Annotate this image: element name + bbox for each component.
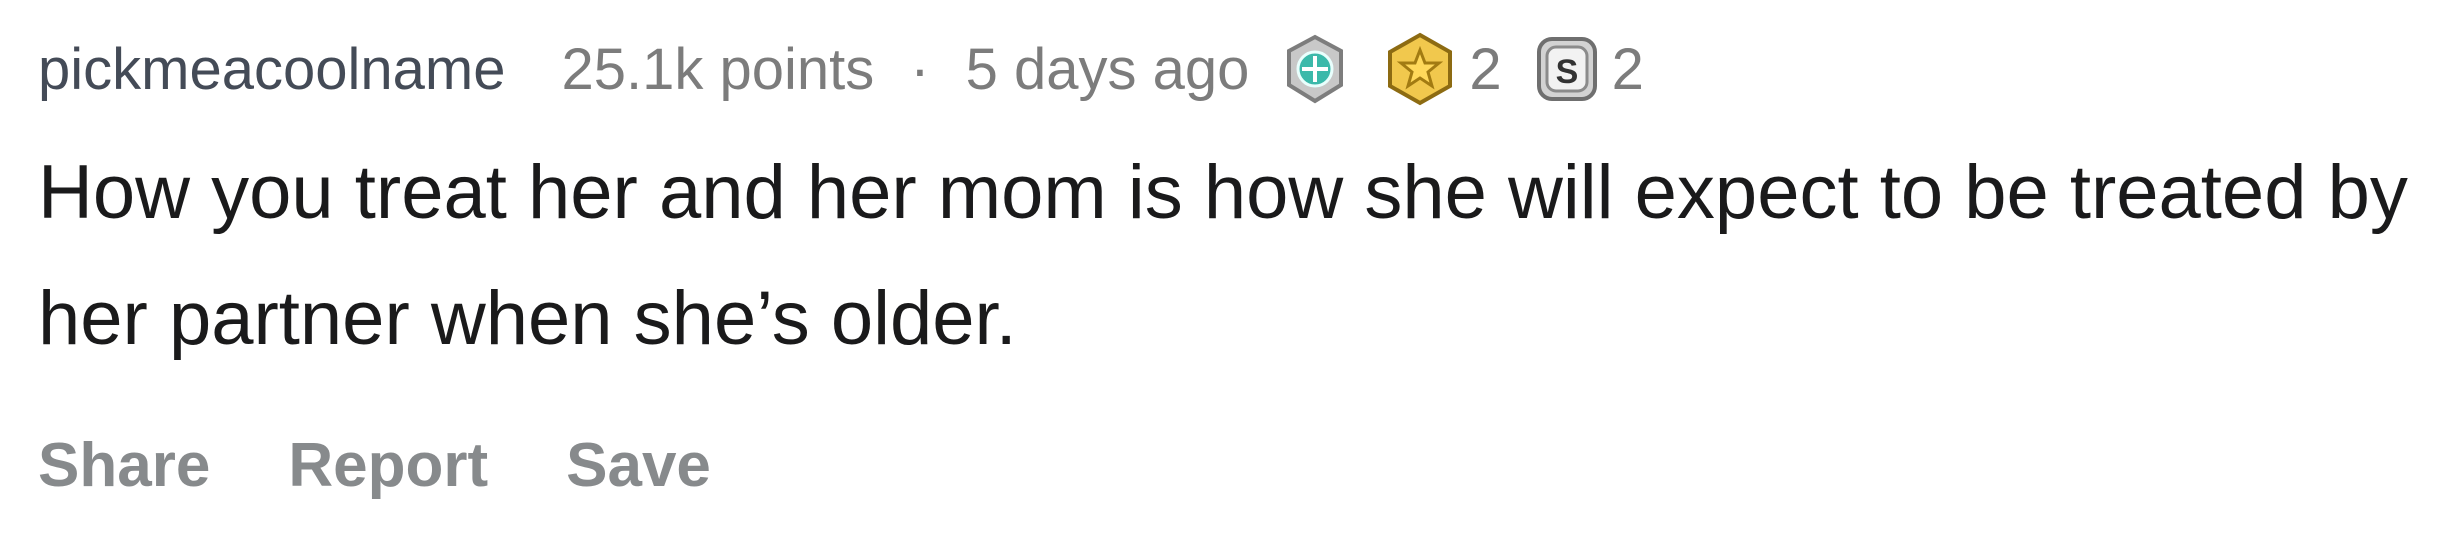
comment-points: 25.1k points <box>561 36 875 102</box>
silver-medal-icon <box>1279 33 1351 105</box>
comment-actions: Share Report Save <box>38 430 789 501</box>
award-gold-star[interactable]: 2 <box>1381 30 1502 108</box>
s-coin-icon: S <box>1532 33 1602 105</box>
comment-body: How you treat her and her mom is how she… <box>38 150 2408 361</box>
comment-meta: pickmeacoolname 25.1k points · 5 days ag… <box>38 24 1644 114</box>
gold-star-icon <box>1381 30 1459 108</box>
meta-separator: · <box>910 36 930 102</box>
svg-text:S: S <box>1555 53 1578 91</box>
report-button[interactable]: Report <box>288 430 488 501</box>
comment-age[interactable]: 5 days ago <box>966 36 1250 103</box>
award-silver[interactable] <box>1279 33 1351 105</box>
award-gold-count: 2 <box>1469 36 1502 102</box>
share-button[interactable]: Share <box>38 430 210 501</box>
award-s-count: 2 <box>1611 36 1644 102</box>
author-link[interactable]: pickmeacoolname <box>38 36 505 103</box>
save-button[interactable]: Save <box>566 430 711 501</box>
comment-card: pickmeacoolname 25.1k points · 5 days ag… <box>0 0 2458 544</box>
award-s-coin[interactable]: S 2 <box>1532 33 1644 105</box>
